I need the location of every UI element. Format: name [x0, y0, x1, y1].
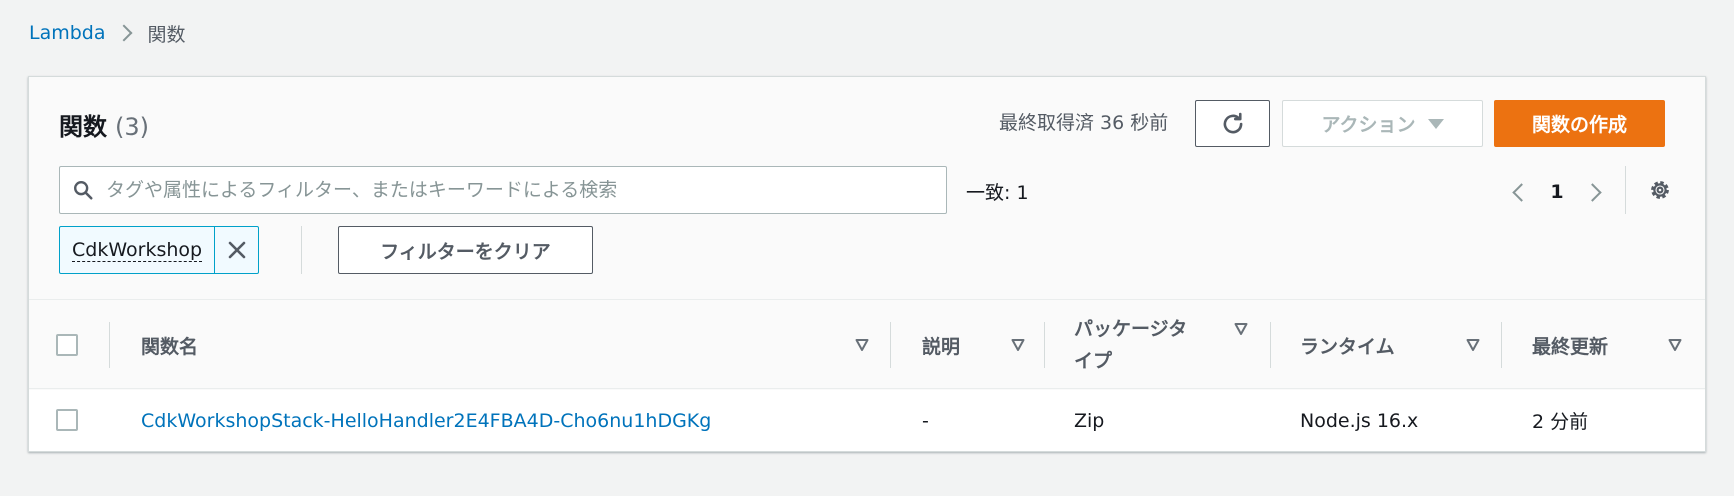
column-header-function-name[interactable]: 関数名 [141, 300, 198, 390]
sort-icon[interactable] [855, 338, 869, 352]
function-name-link[interactable]: CdkWorkshopStack-HelloHandler2E4FBA4D-Ch… [141, 390, 711, 451]
last-modified-cell: 2 分前 [1532, 411, 1589, 433]
column-label: イプ [1074, 350, 1113, 372]
description-cell: - [922, 409, 929, 432]
breadcrumb: Lambda 関数 [29, 20, 186, 46]
actions-dropdown-button[interactable]: アクション [1282, 100, 1483, 147]
clear-filters-button[interactable]: フィルターをクリア [338, 226, 593, 274]
chevron-right-icon[interactable] [1583, 182, 1602, 202]
column-header-description[interactable]: 説明 [922, 300, 960, 390]
page-number[interactable]: 1 [1540, 181, 1574, 203]
create-function-button[interactable]: 関数の作成 [1494, 100, 1665, 147]
filter-token-label: CdkWorkshop [60, 227, 214, 273]
remove-filter-button[interactable] [214, 227, 258, 273]
chevron-left-icon[interactable] [1512, 182, 1531, 202]
table-header: 関数名 説明 パッケージタ イプ ランタイム 最終更新 [29, 299, 1705, 389]
select-all-checkbox[interactable] [56, 334, 78, 356]
column-label: ランタイム [1300, 335, 1395, 358]
sort-icon[interactable] [1668, 338, 1682, 352]
page-title: 関数 (3) [59, 107, 149, 142]
sort-icon[interactable] [1234, 322, 1248, 336]
column-separator [1270, 322, 1271, 368]
column-label: パッケージタ [1074, 318, 1188, 340]
gear-icon[interactable] [1647, 177, 1673, 203]
table-row[interactable]: CdkWorkshopStack-HelloHandler2E4FBA4D-Ch… [29, 390, 1705, 451]
page-title-text: 関数 [59, 113, 107, 141]
column-label: 説明 [922, 335, 961, 358]
sort-icon[interactable] [1011, 338, 1025, 352]
runtime-cell: Node.js 16.x [1300, 409, 1419, 432]
refresh-icon [1223, 112, 1242, 133]
column-separator [1044, 322, 1045, 368]
breadcrumb-current: 関数 [147, 23, 186, 46]
row-checkbox[interactable] [56, 409, 78, 431]
column-separator [109, 322, 110, 368]
refresh-button[interactable] [1195, 100, 1270, 147]
function-count: (3) [115, 113, 149, 141]
actions-label: アクション [1321, 114, 1416, 136]
last-fetched-text: 最終取得済 36 秒前 [999, 112, 1169, 134]
search-box[interactable] [59, 166, 947, 214]
caret-down-icon [1427, 118, 1444, 129]
column-header-runtime[interactable]: ランタイム [1300, 300, 1395, 390]
column-header-package-type[interactable]: パッケージタ イプ [1074, 300, 1187, 390]
column-header-last-modified[interactable]: 最終更新 [1532, 300, 1608, 390]
column-label: 関数名 [141, 335, 199, 358]
divider [1625, 166, 1626, 214]
search-icon [72, 179, 94, 201]
breadcrumb-lambda-link[interactable]: Lambda [29, 22, 106, 44]
chevron-right-icon [115, 24, 133, 42]
functions-panel: 関数 (3) 最終取得済 36 秒前 アクション 関数の作成 一致: 1 1 [28, 76, 1706, 452]
column-label: 最終更新 [1532, 335, 1609, 358]
filter-token-text: CdkWorkshop [72, 238, 203, 262]
sort-icon[interactable] [1466, 338, 1480, 352]
search-input[interactable] [104, 178, 946, 202]
package-type-cell: Zip [1074, 409, 1105, 432]
pagination: 1 [1507, 172, 1607, 212]
divider [301, 226, 302, 274]
filter-token: CdkWorkshop [59, 226, 260, 274]
match-count: 一致: 1 [966, 182, 1029, 204]
close-icon [228, 241, 245, 259]
column-separator [1501, 322, 1502, 368]
column-separator [890, 322, 891, 368]
